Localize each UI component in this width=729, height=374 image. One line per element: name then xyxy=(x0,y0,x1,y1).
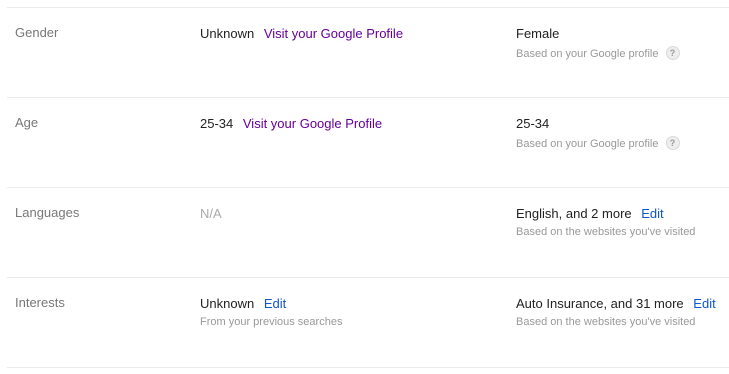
row-interests: Interests Unknown Edit From your previou… xyxy=(7,277,729,368)
help-icon[interactable]: ? xyxy=(665,46,680,60)
edit-search-interests-link[interactable]: Edit xyxy=(264,296,286,311)
inferred-value: 25-34 xyxy=(516,116,550,131)
profile-value: N/A xyxy=(200,206,222,221)
row-label: Interests xyxy=(15,295,65,310)
profile-value: Unknown xyxy=(200,26,255,41)
inferred-value: Female xyxy=(516,26,560,41)
inferred-value: Auto Insurance, and 31 more xyxy=(516,296,684,311)
inferred-column: Female Based on your Google profile ? xyxy=(516,25,726,61)
edit-languages-link[interactable]: Edit xyxy=(641,206,663,221)
inferred-column: Auto Insurance, and 31 more Edit Based o… xyxy=(516,295,726,329)
row-age: Age 25-34 Visit your Google Profile 25-3… xyxy=(7,97,729,187)
inferred-note: Based on the websites you've visited xyxy=(516,316,696,328)
profile-column: Unknown Visit your Google Profile xyxy=(200,25,403,42)
profile-column: N/A xyxy=(200,205,222,222)
help-icon[interactable]: ? xyxy=(665,136,680,150)
row-label: Age xyxy=(15,115,39,130)
profile-column: 25-34 Visit your Google Profile xyxy=(200,115,382,132)
row-gender: Gender Unknown Visit your Google Profile… xyxy=(7,7,729,97)
row-languages: Languages N/A English, and 2 more Edit B… xyxy=(7,187,729,277)
profile-value: 25-34 xyxy=(200,116,234,131)
profile-value: Unknown xyxy=(200,296,255,311)
row-label: Languages xyxy=(15,205,80,220)
inferred-note: Based on your Google profile xyxy=(516,48,659,60)
inferred-note: Based on the websites you've visited xyxy=(516,226,696,238)
inferred-column: 25-34 Based on your Google profile ? xyxy=(516,115,726,151)
row-label: Gender xyxy=(15,25,59,40)
inferred-value: English, and 2 more xyxy=(516,206,632,221)
ads-preferences-table: Gender Unknown Visit your Google Profile… xyxy=(7,7,729,368)
inferred-column: English, and 2 more Edit Based on the we… xyxy=(516,205,726,239)
visit-google-profile-link[interactable]: Visit your Google Profile xyxy=(243,116,382,131)
edit-interests-link[interactable]: Edit xyxy=(693,296,715,311)
profile-note: From your previous searches xyxy=(200,316,343,328)
profile-column: Unknown Edit From your previous searches xyxy=(200,295,342,329)
inferred-note: Based on your Google profile xyxy=(516,138,659,150)
visit-google-profile-link[interactable]: Visit your Google Profile xyxy=(264,26,403,41)
